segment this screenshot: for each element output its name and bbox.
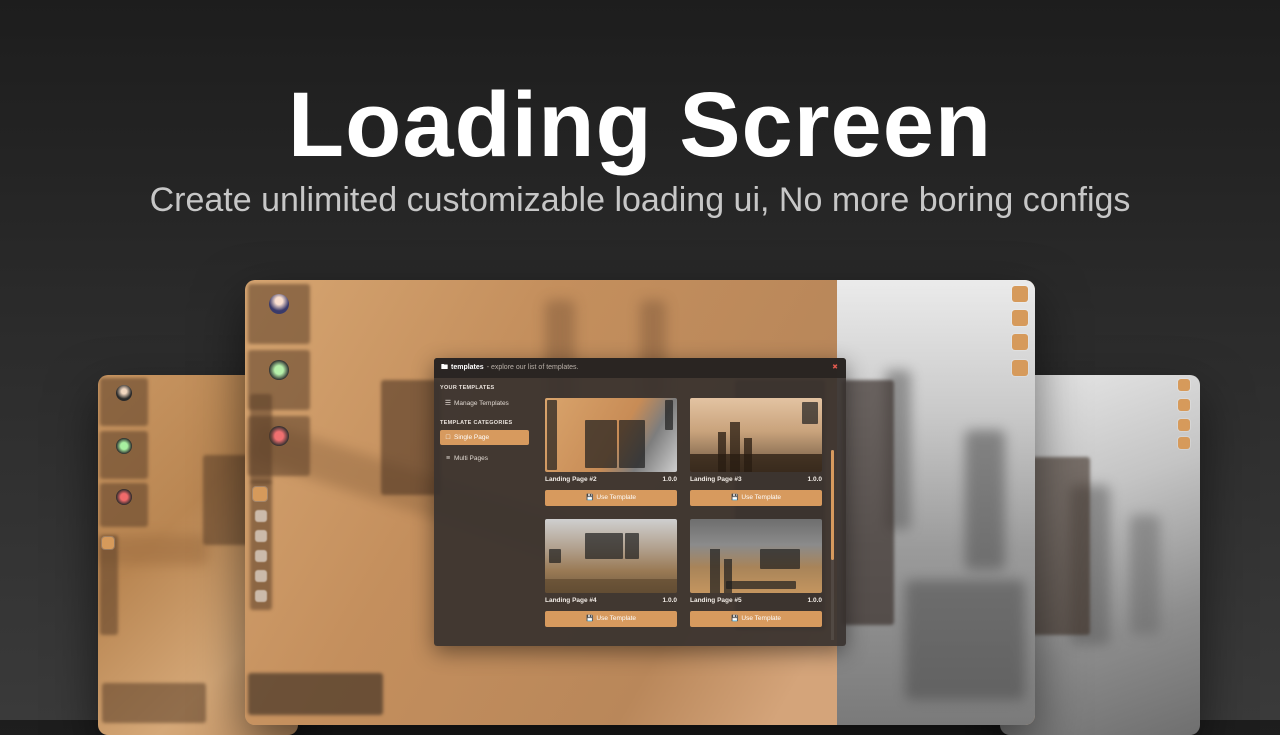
- sidebar-item-label: Single Page: [454, 434, 490, 441]
- folder-icon: □: [445, 434, 451, 441]
- use-template-button[interactable]: 💾 Use Template: [545, 490, 677, 506]
- template-name: Landing Page #3: [690, 476, 742, 483]
- template-card[interactable]: Landing Page #4 1.0.0 💾 Use Template: [541, 515, 681, 628]
- modal-subtitle: - explore our list of templates.: [486, 364, 579, 371]
- use-template-button[interactable]: 💾 Use Template: [690, 611, 822, 627]
- hero-subtitle: Create unlimited customizable loading ui…: [149, 181, 1131, 219]
- template-thumbnail: [545, 519, 677, 593]
- modal-title: templates: [451, 364, 484, 371]
- use-template-label: Use Template: [596, 494, 637, 501]
- scrollbar-thumb[interactable]: [831, 450, 834, 560]
- database-icon: ☰: [444, 400, 452, 407]
- hero-title: Loading Screen: [287, 74, 993, 176]
- use-template-button[interactable]: 💾 Use Template: [690, 490, 822, 506]
- template-version: 1.0.0: [662, 597, 677, 604]
- sidebar-item-manage-templates[interactable]: ☰ Manage Templates: [440, 396, 529, 411]
- template-version: 1.0.0: [807, 476, 822, 483]
- template-version: 1.0.0: [807, 597, 822, 604]
- template-name: Landing Page #2: [545, 476, 597, 483]
- use-template-label: Use Template: [596, 615, 637, 622]
- sidebar-item-label: Manage Templates: [454, 400, 509, 407]
- save-icon: 💾: [730, 495, 739, 501]
- section-your-templates: YOUR TEMPLATES: [440, 385, 495, 391]
- use-template-button[interactable]: 💾 Use Template: [545, 611, 677, 627]
- save-icon: 💾: [585, 495, 594, 501]
- sidebar-item-single-page[interactable]: □ Single Page: [440, 430, 529, 445]
- use-template-label: Use Template: [741, 615, 782, 622]
- template-card[interactable]: Landing Page #3 1.0.0 💾 Use Template: [686, 394, 826, 507]
- close-icon[interactable]: ✖: [832, 358, 838, 378]
- template-card[interactable]: Landing Page #5 1.0.0 💾 Use Template: [686, 515, 826, 628]
- list-icon: ≡: [445, 455, 451, 462]
- template-name: Landing Page #5: [690, 597, 742, 604]
- save-icon: 💾: [585, 616, 594, 622]
- sidebar-item-multi-pages[interactable]: ≡ Multi Pages: [440, 451, 529, 466]
- template-version: 1.0.0: [662, 476, 677, 483]
- section-template-categories: TEMPLATE CATEGORIES: [440, 420, 513, 426]
- modal-header: 🖿 templates - explore our list of template…: [434, 358, 846, 378]
- template-thumbnail: [690, 398, 822, 472]
- folder-icon: 🖿: [441, 364, 448, 371]
- template-thumbnail: [690, 519, 822, 593]
- templates-modal: 🖿 templates - explore our list of template…: [434, 358, 846, 646]
- sidebar-item-label: Multi Pages: [454, 455, 488, 462]
- save-icon: 💾: [730, 616, 739, 622]
- template-thumbnail: [545, 398, 677, 472]
- use-template-label: Use Template: [741, 494, 782, 501]
- templates-sidebar: YOUR TEMPLATES ☰ Manage Templates TEMPLAT…: [434, 378, 534, 646]
- template-card[interactable]: Landing Page #2 1.0.0 💾 Use Template: [541, 394, 681, 507]
- template-name: Landing Page #4: [545, 597, 597, 604]
